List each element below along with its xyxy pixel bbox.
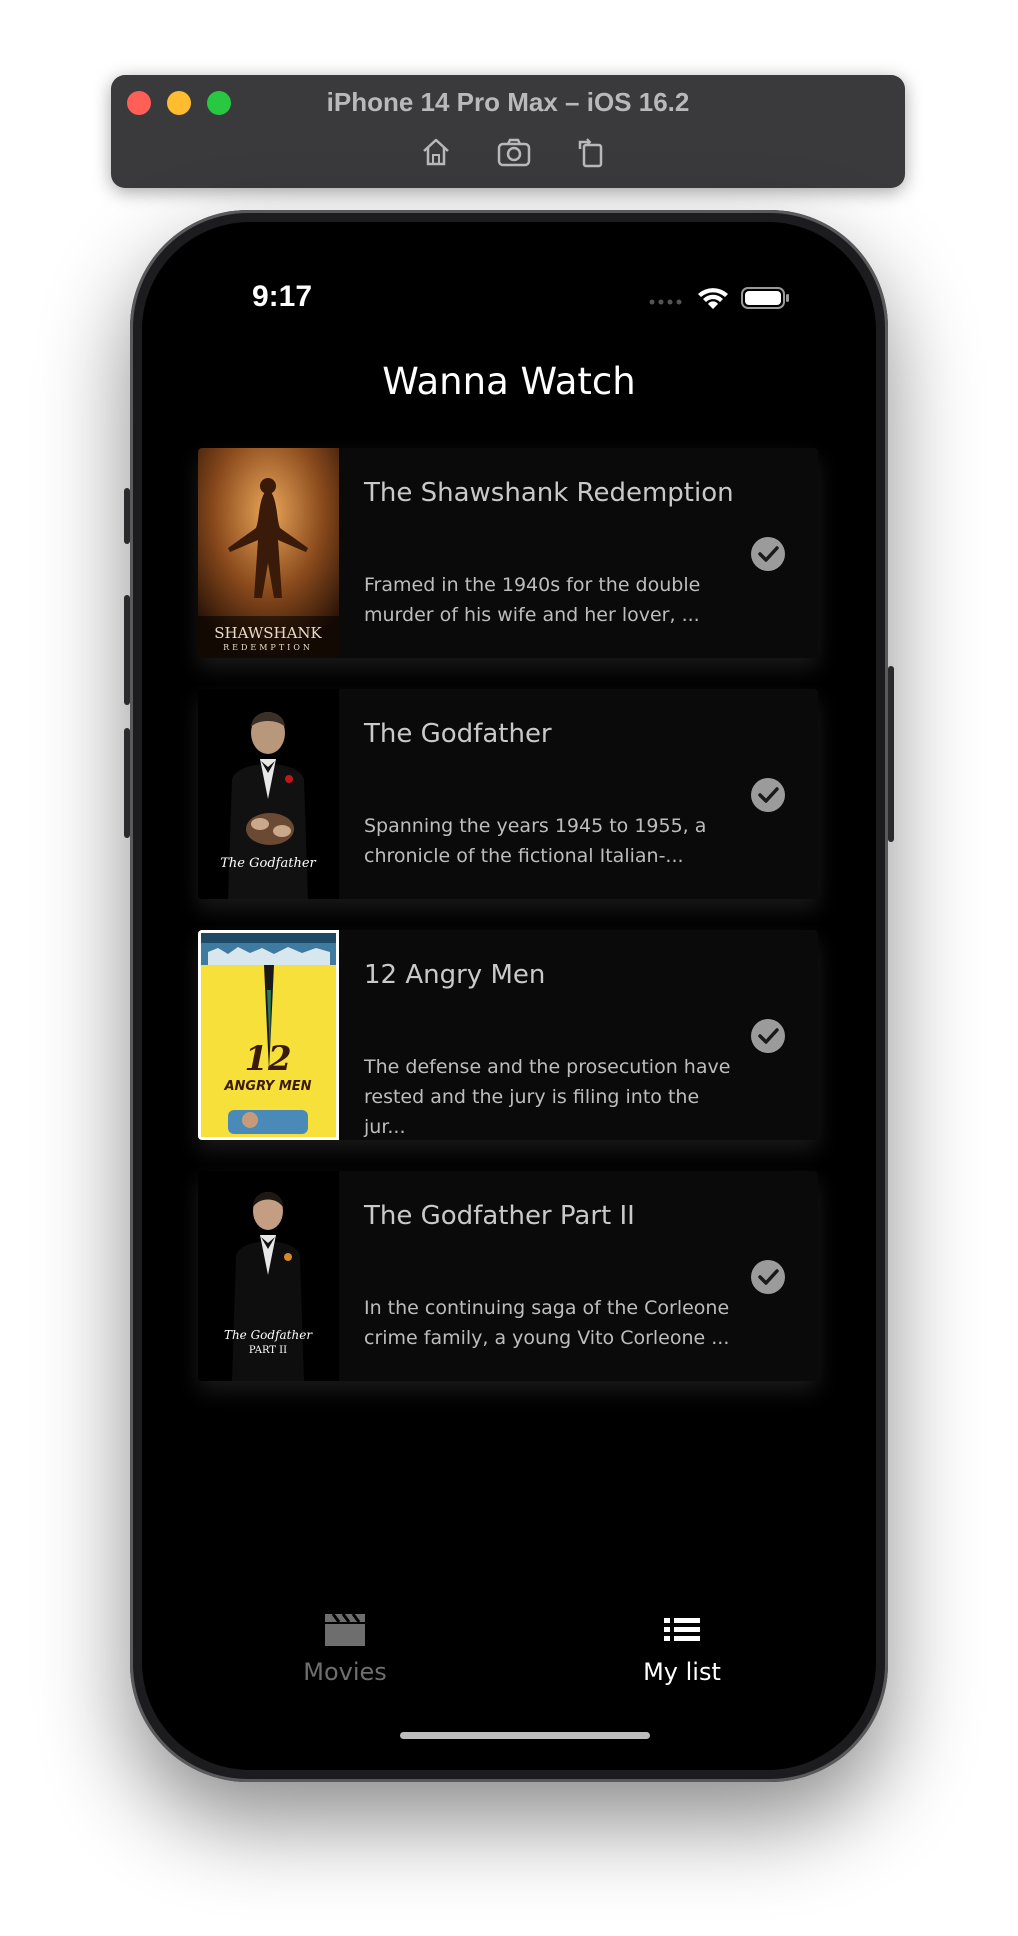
signal-icon xyxy=(649,299,682,305)
movie-card[interactable]: The Godfather PART II The Godfather Part… xyxy=(198,1171,818,1381)
poster-title-text: SHAWSHANK xyxy=(214,624,322,642)
movie-card[interactable]: The Godfather The Godfather Spanning the… xyxy=(198,689,818,899)
poster-subtitle-text: PART II xyxy=(249,1345,287,1356)
checkmark-icon[interactable] xyxy=(751,1019,785,1053)
simulator-title: iPhone 14 Pro Max – iOS 16.2 xyxy=(326,87,690,117)
tab-label: Movies xyxy=(303,1658,387,1686)
checkmark-icon[interactable] xyxy=(751,778,785,812)
tab-my-list[interactable]: My list xyxy=(582,1612,782,1686)
battery-icon xyxy=(741,287,789,309)
mute-switch xyxy=(124,488,130,544)
poster-title-text: The Godfather xyxy=(220,856,316,871)
movie-title: The Shawshank Redemption xyxy=(364,478,734,508)
wifi-icon xyxy=(698,288,728,309)
poster-title-text: The Godfather xyxy=(224,1328,313,1342)
simulator-toolbar xyxy=(111,135,905,169)
power-button xyxy=(888,666,894,842)
tab-bar: Movies My list xyxy=(142,1612,876,1722)
movie-poster: The Godfather xyxy=(198,689,339,899)
home-icon[interactable] xyxy=(418,135,454,169)
checkmark-icon[interactable] xyxy=(751,537,785,571)
phone-screen: 9:17 Wanna Watch SHAWSHANK REDEMPTION Th… xyxy=(142,222,876,1770)
status-time: 9:17 xyxy=(252,280,313,313)
rotate-icon[interactable] xyxy=(574,135,610,169)
volume-up-button xyxy=(124,595,130,705)
iphone-device-frame: 9:17 Wanna Watch SHAWSHANK REDEMPTION Th… xyxy=(124,210,894,1782)
checkmark-icon[interactable] xyxy=(751,1260,785,1294)
movie-poster: 12 ANGRY MEN xyxy=(198,930,339,1140)
movie-description: Spanning the years 1945 to 1955, a chron… xyxy=(364,815,707,867)
movie-title: 12 Angry Men xyxy=(364,960,546,990)
movie-description: The defense and the prosecution have res… xyxy=(364,1056,731,1138)
movie-description: In the continuing saga of the Corleone c… xyxy=(364,1297,730,1349)
movie-poster: SHAWSHANK REDEMPTION xyxy=(198,448,339,658)
tab-movies[interactable]: Movies xyxy=(245,1612,445,1686)
screenshot-icon[interactable] xyxy=(496,135,532,169)
movie-card[interactable]: SHAWSHANK REDEMPTION The Shawshank Redem… xyxy=(198,448,818,658)
volume-down-button xyxy=(124,728,130,838)
page-title: Wanna Watch xyxy=(382,360,636,403)
home-indicator[interactable] xyxy=(400,1732,650,1739)
list-icon xyxy=(660,1618,704,1652)
movie-title: The Godfather Part II xyxy=(364,1201,635,1231)
movie-card[interactable]: 12 ANGRY MEN 12 Angry Men The defense an… xyxy=(198,930,818,1140)
poster-title-text: 12 xyxy=(244,1039,291,1079)
clapperboard-icon xyxy=(323,1613,367,1652)
movie-title: The Godfather xyxy=(364,719,552,749)
simulator-title-bar: iPhone 14 Pro Max – iOS 16.2 xyxy=(111,75,905,188)
status-icons xyxy=(646,284,796,312)
movie-poster: The Godfather PART II xyxy=(198,1171,339,1381)
movie-description: Framed in the 1940s for the double murde… xyxy=(364,574,701,626)
tab-label: My list xyxy=(643,1658,721,1686)
poster-subtitle-text: ANGRY MEN xyxy=(223,1079,311,1094)
poster-subtitle-text: REDEMPTION xyxy=(223,643,313,652)
